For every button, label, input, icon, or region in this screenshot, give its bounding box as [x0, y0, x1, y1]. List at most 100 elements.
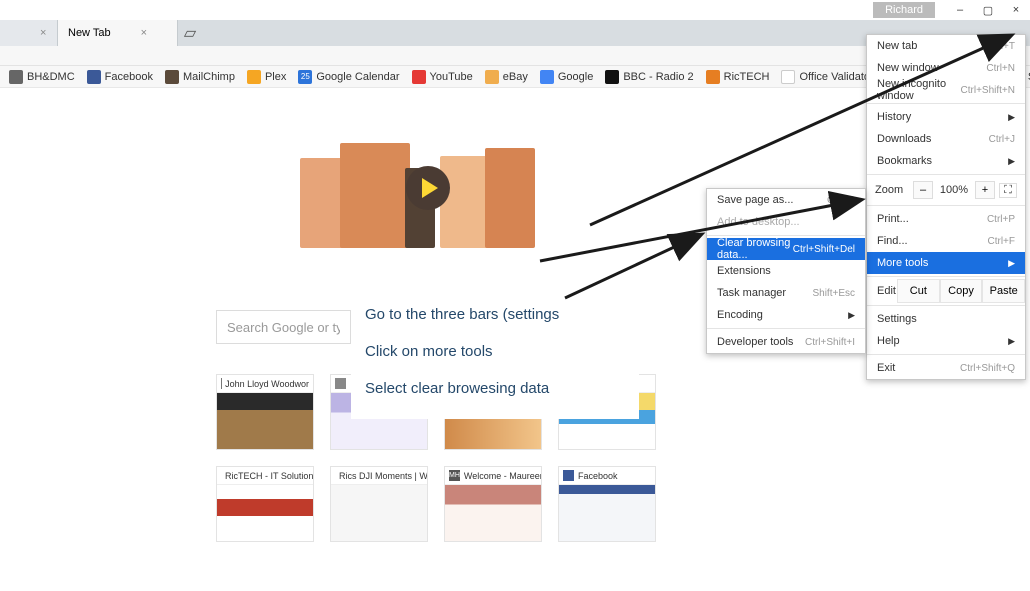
menu-new-window[interactable]: New windowCtrl+N [867, 57, 1025, 79]
menu-incognito[interactable]: New incognito windowCtrl+Shift+N [867, 79, 1025, 101]
annotation-overlay: Go to the three bars (settings Click on … [351, 284, 639, 419]
favicon-icon [706, 70, 720, 84]
favicon-icon [165, 70, 179, 84]
tab-blank[interactable]: × [0, 20, 58, 46]
edit-label: Edit [867, 279, 897, 303]
bookmark-label: RicTECH [724, 71, 770, 83]
zoom-value: 100% [937, 184, 971, 196]
submenu-add-to-desktop: Add to desktop... [707, 211, 865, 233]
bookmark-item[interactable]: Office Validator [776, 68, 878, 86]
profile-badge[interactable]: Richard [873, 2, 935, 18]
favicon-icon [605, 70, 619, 84]
close-tab-icon[interactable]: × [40, 27, 46, 39]
bookmark-label: eBay [503, 71, 528, 83]
tile-thumb [559, 485, 655, 541]
bookmark-item[interactable]: BH&DMC [4, 68, 80, 86]
copy-button[interactable]: Copy [940, 279, 983, 303]
menu-find[interactable]: Find...Ctrl+F [867, 230, 1025, 252]
annotation-line: Select clear browesing data [365, 380, 625, 397]
favicon-icon: 25 [298, 70, 312, 84]
menu-print[interactable]: Print...Ctrl+P [867, 208, 1025, 230]
chevron-right-icon: ▶ [848, 310, 855, 321]
submenu-clear-browsing-data[interactable]: Clear browsing data...Ctrl+Shift+Del [707, 238, 865, 260]
favicon-icon [781, 70, 795, 84]
favicon-icon [9, 70, 23, 84]
fullscreen-icon[interactable]: ⛶ [999, 183, 1017, 198]
tile-label: Welcome - Maureen [464, 471, 541, 481]
favicon-icon [563, 470, 574, 481]
bookmark-item[interactable]: BBC - Radio 2 [600, 68, 698, 86]
new-tab-button[interactable]: ▱ [178, 20, 202, 46]
chevron-right-icon: ▶ [1008, 112, 1015, 123]
window-titlebar: Richard – ▢ × [0, 0, 1030, 20]
tile-label: Facebook [578, 471, 618, 481]
bookmark-item[interactable]: Plex [242, 68, 291, 86]
tab-label: New Tab [68, 27, 111, 39]
menu-exit[interactable]: ExitCtrl+Shift+Q [867, 357, 1025, 379]
zoom-label: Zoom [875, 184, 909, 196]
paste-button[interactable]: Paste [982, 279, 1025, 303]
bookmark-item[interactable]: RicTECH [701, 68, 775, 86]
favicon-icon [247, 70, 261, 84]
close-window-button[interactable]: × [1002, 0, 1030, 20]
favicon-icon [87, 70, 101, 84]
zoom-out-button[interactable]: – [913, 181, 933, 199]
chevron-right-icon: ▶ [1008, 336, 1015, 347]
favicon-icon [540, 70, 554, 84]
menu-zoom-row: Zoom – 100% + ⛶ [867, 177, 1025, 203]
bookmark-item[interactable]: Google [535, 68, 598, 86]
bookmark-label: MailChimp [183, 71, 235, 83]
favicon-icon [485, 70, 499, 84]
tile-thumb [445, 485, 541, 541]
bookmark-label: Google [558, 71, 593, 83]
menu-new-tab[interactable]: New tabCtrl+T [867, 35, 1025, 57]
submenu-task-manager[interactable]: Task managerShift+Esc [707, 282, 865, 304]
close-tab-icon[interactable]: × [141, 27, 147, 39]
submenu-extensions[interactable]: Extensions [707, 260, 865, 282]
site-tile[interactable]: John Lloyd Woodwor [216, 374, 314, 450]
bookmark-item[interactable]: 25Google Calendar [293, 68, 404, 86]
chevron-right-icon: ▶ [1008, 258, 1015, 269]
menu-more-tools[interactable]: More tools▶ [867, 252, 1025, 274]
bookmark-item[interactable]: MailChimp [160, 68, 240, 86]
menu-history[interactable]: History▶ [867, 106, 1025, 128]
zoom-in-button[interactable]: + [975, 181, 995, 199]
menu-downloads[interactable]: DownloadsCtrl+J [867, 128, 1025, 150]
bookmark-label: Office Validator [799, 71, 873, 83]
site-tile[interactable]: Rics DJI Moments | W [330, 466, 428, 542]
menu-settings[interactable]: Settings [867, 308, 1025, 330]
menu-bookmarks[interactable]: Bookmarks▶ [867, 150, 1025, 172]
annotation-line: Click on more tools [365, 343, 625, 360]
tile-label: John Lloyd Woodwor [225, 379, 309, 389]
chevron-right-icon: ▶ [1008, 156, 1015, 167]
site-tile[interactable]: RicTECH - IT Solution [216, 466, 314, 542]
favicon-icon [335, 378, 346, 389]
favicon-icon: MH [449, 470, 460, 481]
site-tile[interactable]: MH Welcome - Maureen [444, 466, 542, 542]
minimize-button[interactable]: – [946, 0, 974, 20]
annotation-line: Go to the three bars (settings [365, 306, 625, 323]
tile-thumb [217, 485, 313, 541]
submenu-save-page[interactable]: Save page as...Ctrl+S [707, 189, 865, 211]
maximize-button[interactable]: ▢ [974, 0, 1002, 20]
submenu-devtools[interactable]: Developer toolsCtrl+Shift+I [707, 331, 865, 353]
tab-newtab[interactable]: New Tab × [58, 20, 178, 46]
tile-thumb [217, 393, 313, 449]
bookmark-item[interactable]: Facebook [82, 68, 158, 86]
menu-help[interactable]: Help▶ [867, 330, 1025, 352]
favicon-icon [412, 70, 426, 84]
more-tools-submenu: Save page as...Ctrl+S Add to desktop... … [706, 188, 866, 354]
bookmark-label: BH&DMC [27, 71, 75, 83]
bookmark-label: BBC - Radio 2 [623, 71, 693, 83]
bookmark-label: Plex [265, 71, 286, 83]
site-tile[interactable]: Facebook [558, 466, 656, 542]
cut-button[interactable]: Cut [897, 279, 940, 303]
bookmark-item[interactable]: YouTube [407, 68, 478, 86]
tile-label: RicTECH - IT Solution [225, 471, 313, 481]
main-menu: New tabCtrl+T New windowCtrl+N New incog… [866, 34, 1026, 380]
bookmark-item[interactable]: eBay [480, 68, 533, 86]
play-icon[interactable] [406, 166, 450, 210]
submenu-encoding[interactable]: Encoding▶ [707, 304, 865, 326]
search-input[interactable]: Search Google or type URL [216, 310, 351, 344]
search-placeholder: Search Google or type URL [227, 320, 340, 335]
